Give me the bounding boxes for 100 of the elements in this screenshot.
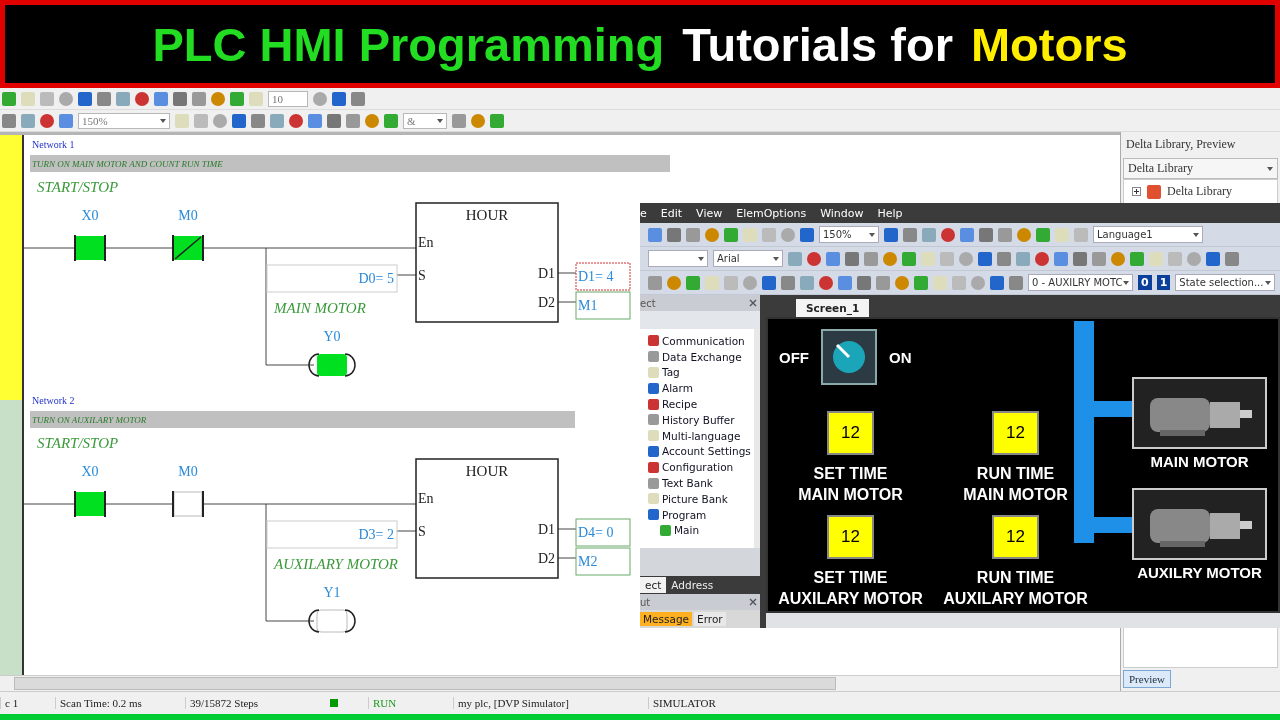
tool-icon[interactable] <box>990 275 1004 290</box>
round-tool-icon[interactable] <box>941 227 955 242</box>
tool-icon[interactable] <box>384 113 398 128</box>
tool-icon[interactable] <box>1073 251 1087 266</box>
tool-icon[interactable] <box>914 275 928 290</box>
menu-item[interactable]: ElemOptions <box>736 206 807 220</box>
tool-icon[interactable] <box>1092 251 1106 266</box>
numeric-display[interactable]: 12 <box>827 515 874 559</box>
round-tool-icon[interactable] <box>1017 227 1031 242</box>
state-dropdown[interactable]: 0 - AUXILRY MOTC <box>1028 274 1133 291</box>
tool-icon[interactable] <box>667 227 681 242</box>
zoom-dropdown[interactable]: 150% <box>819 226 879 243</box>
tree-item[interactable]: Multi-language <box>662 429 741 442</box>
tool-icon[interactable] <box>838 275 852 290</box>
tree-item[interactable]: Picture Bank <box>662 492 728 505</box>
round-tool-icon[interactable] <box>135 91 149 106</box>
tool-icon[interactable] <box>490 113 504 128</box>
state-selection-dropdown[interactable]: State selection... <box>1175 274 1276 291</box>
selector-switch[interactable] <box>821 329 877 385</box>
output-operand[interactable]: D1= 4 <box>575 262 631 291</box>
panel-tab[interactable]: ect <box>640 577 667 593</box>
output-operand[interactable]: M1 <box>575 291 631 320</box>
contact-symbol[interactable] <box>172 234 204 262</box>
tool-icon[interactable] <box>998 227 1012 242</box>
language-dropdown[interactable]: Language1 <box>1093 226 1203 243</box>
tool-icon[interactable] <box>1225 251 1239 266</box>
tool-icon[interactable] <box>1206 251 1220 266</box>
round-tool-icon[interactable] <box>59 91 73 106</box>
menu-item[interactable]: Edit <box>660 206 683 220</box>
contact-symbol[interactable] <box>74 234 106 262</box>
output-operand[interactable]: M2 <box>575 547 631 576</box>
round-tool-icon[interactable] <box>807 251 821 266</box>
tool-icon[interactable] <box>327 113 341 128</box>
tool-icon[interactable] <box>97 91 111 106</box>
state-button[interactable]: 0 <box>1138 275 1152 290</box>
tool-icon[interactable] <box>1036 227 1050 242</box>
tree-item[interactable]: History Buffer <box>662 413 735 426</box>
tool-icon[interactable] <box>351 91 365 106</box>
tool-icon[interactable] <box>2 113 16 128</box>
output-operand[interactable]: D4= 0 <box>575 518 631 547</box>
spin-field[interactable]: 10 <box>268 90 308 107</box>
tool-icon[interactable] <box>192 91 206 106</box>
menu-item[interactable]: e <box>640 206 647 220</box>
operator-dropdown[interactable]: & <box>403 112 447 129</box>
tool-icon[interactable] <box>232 113 246 128</box>
tool-icon[interactable] <box>251 113 265 128</box>
tree-item[interactable]: Recipe <box>662 398 698 411</box>
tool-icon[interactable] <box>59 113 73 128</box>
tool-icon[interactable] <box>978 251 992 266</box>
round-tool-icon[interactable] <box>213 113 227 128</box>
tool-icon[interactable] <box>452 113 466 128</box>
tool-icon[interactable] <box>78 91 92 106</box>
numeric-display[interactable]: 12 <box>992 515 1039 559</box>
tool-icon[interactable] <box>1130 251 1144 266</box>
round-tool-icon[interactable] <box>1035 251 1049 266</box>
menu-item[interactable]: Window <box>820 206 864 220</box>
tree-item[interactable]: Text Bank <box>662 477 713 490</box>
output-tab[interactable]: Message <box>640 612 693 626</box>
function-block[interactable] <box>415 458 559 579</box>
menu-item[interactable]: Help <box>877 206 903 220</box>
round-tool-icon[interactable] <box>471 113 485 128</box>
tool-icon[interactable] <box>686 275 700 290</box>
tool-icon[interactable] <box>781 275 795 290</box>
tree-item[interactable]: Data Exchange <box>662 350 742 363</box>
tool-icon[interactable] <box>884 227 898 242</box>
tool-icon[interactable] <box>845 251 859 266</box>
state-button[interactable]: 1 <box>1156 275 1171 290</box>
numeric-display[interactable]: 12 <box>992 411 1039 455</box>
output-tab[interactable]: Error <box>694 612 726 626</box>
screen-tab[interactable]: Screen_1 <box>796 299 870 317</box>
round-tool-icon[interactable] <box>1111 251 1125 266</box>
tree-item[interactable]: Main <box>674 524 700 537</box>
font-dropdown[interactable]: Arial <box>713 250 783 267</box>
tool-icon[interactable] <box>1009 275 1023 290</box>
round-tool-icon[interactable] <box>313 91 327 106</box>
round-tool-icon[interactable] <box>40 113 54 128</box>
close-icon[interactable] <box>749 299 757 307</box>
tool-icon[interactable] <box>686 227 700 242</box>
tree-item[interactable]: Program <box>662 508 707 521</box>
function-block[interactable] <box>415 202 559 323</box>
tool-icon[interactable] <box>876 275 890 290</box>
preview-tab[interactable]: Preview <box>1123 670 1172 688</box>
tool-icon[interactable] <box>173 91 187 106</box>
tool-icon[interactable] <box>648 227 662 242</box>
tree-item[interactable]: Communication <box>662 334 745 347</box>
round-tool-icon[interactable] <box>883 251 897 266</box>
panel-tab[interactable]: Address <box>666 577 719 593</box>
zoom-dropdown[interactable]: 150% <box>78 112 170 129</box>
contact-symbol[interactable] <box>74 490 106 518</box>
tool-icon[interactable] <box>21 113 35 128</box>
tree-item[interactable]: Tag <box>662 366 680 379</box>
coil-symbol[interactable] <box>308 353 356 377</box>
tool-icon[interactable] <box>762 275 776 290</box>
scrollbar-thumb[interactable] <box>14 677 836 690</box>
numeric-display[interactable]: 12 <box>827 411 874 455</box>
round-tool-icon[interactable] <box>705 227 719 242</box>
round-tool-icon[interactable] <box>211 91 225 106</box>
input-operand[interactable]: D0= 5 <box>266 264 398 293</box>
tool-icon[interactable] <box>800 227 814 242</box>
tool-icon[interactable] <box>308 113 322 128</box>
